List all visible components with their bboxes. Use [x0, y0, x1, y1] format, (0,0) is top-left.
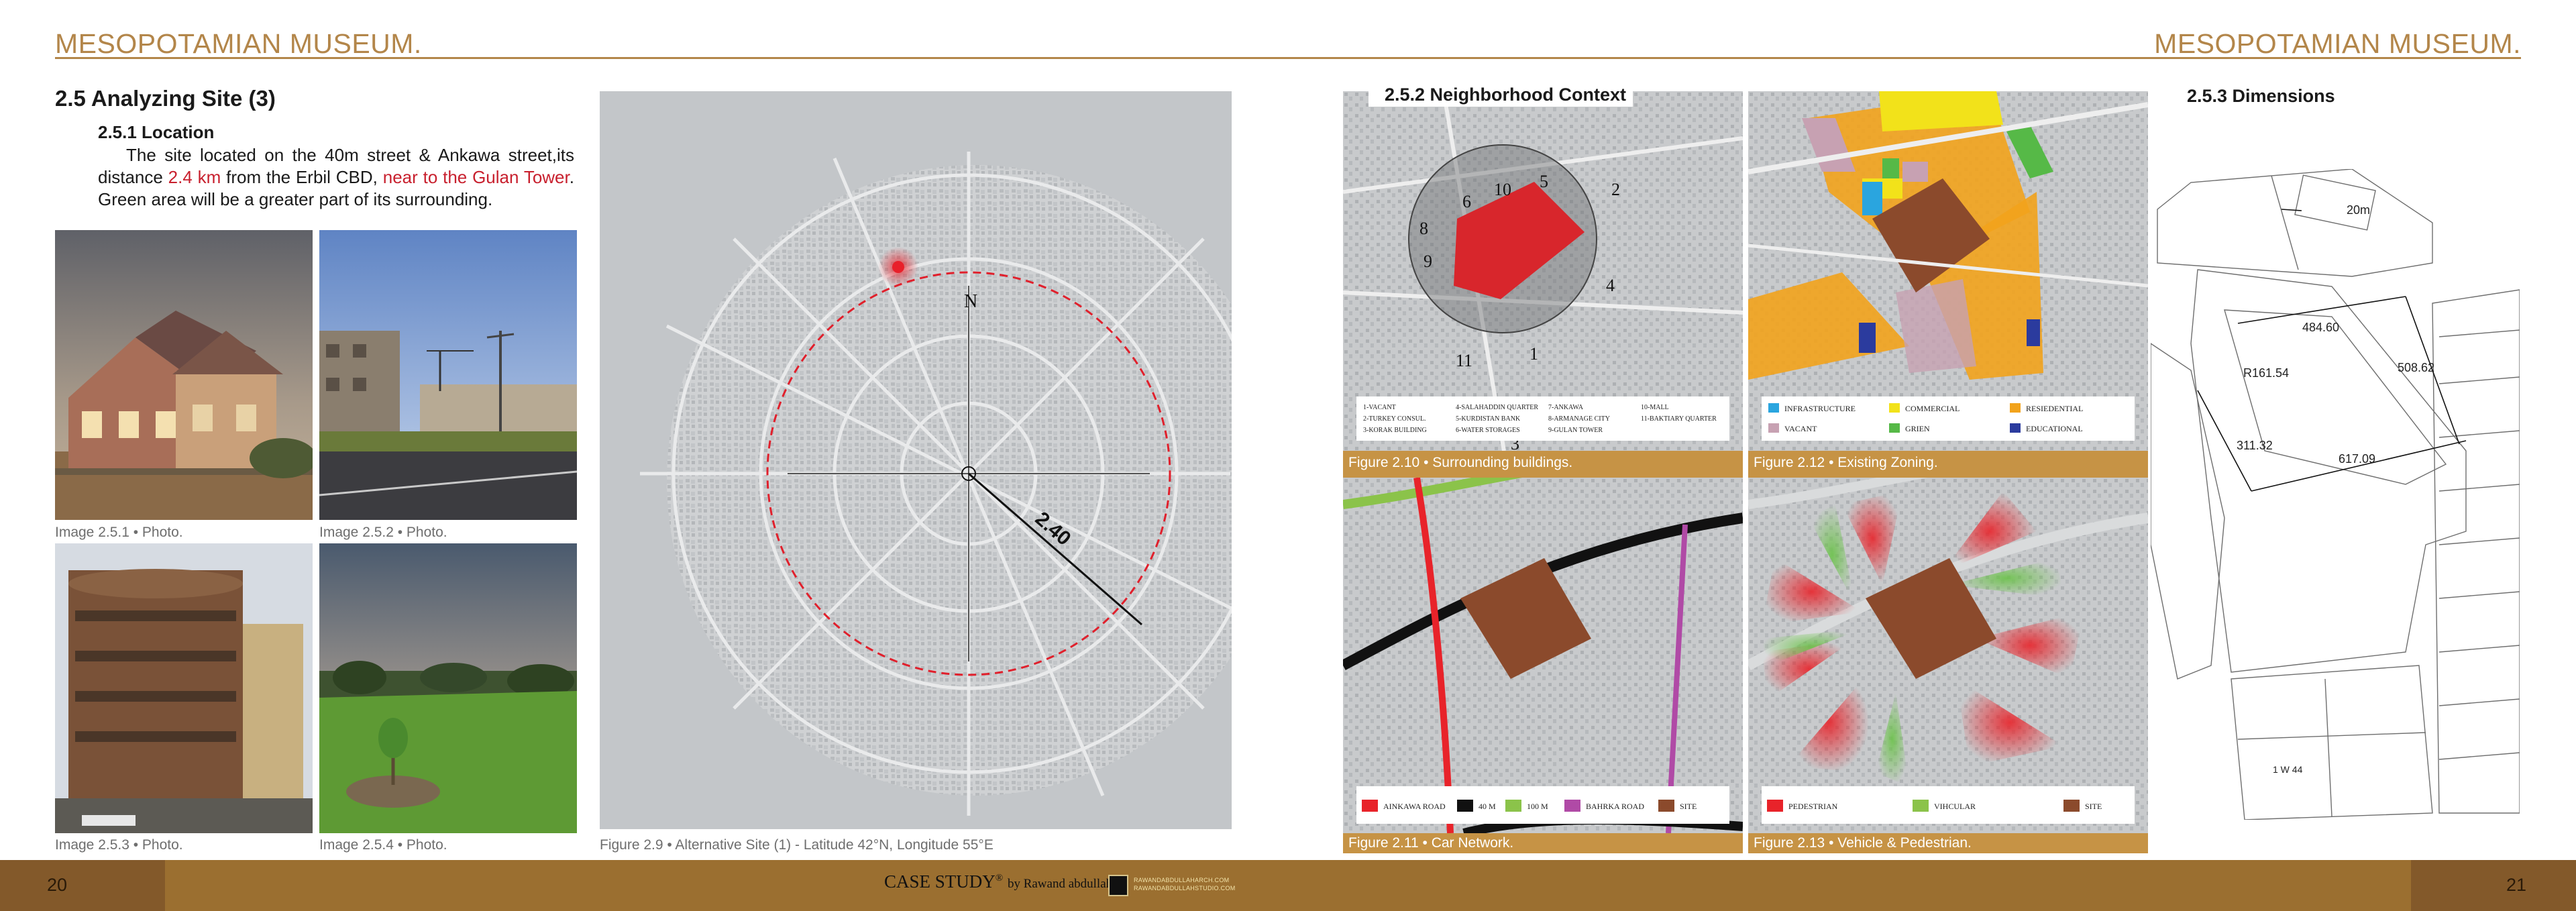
surrounding-legend-item: 8-ARMANAGE CITY — [1548, 415, 1610, 423]
zoning-legend-swatch — [2010, 403, 2021, 413]
dim-1w44: 1 W 44 — [2273, 764, 2303, 775]
car-legend-swatch — [1457, 800, 1473, 812]
zoning-legend-swatch — [1768, 423, 1779, 433]
dim-r161: R161.54 — [2243, 366, 2289, 380]
zoning-legend-label: VACANT — [1784, 424, 1817, 433]
car-legend-label: 100 M — [1527, 802, 1548, 811]
logo-line-2: RAWANDABDULLAHSTUDIO.COM — [1134, 885, 1236, 892]
page-number-right: 21 — [2411, 860, 2576, 911]
existing-zoning-map: INFRASTRUCTURE COMMERCIAL RESIEDENTIAL VACA… — [1748, 91, 2148, 451]
zoning-legend-label: INFRASTRUCTURE — [1784, 404, 1856, 413]
case-study-byline: CASE STUDY® by Rawand abdullah — [884, 871, 1112, 892]
marker-4: 4 — [1606, 276, 1615, 295]
logo-line-1: RAWANDABDULLAHARCH.COM — [1134, 877, 1230, 883]
zoning-legend-swatch — [1768, 403, 1779, 413]
surrounding-legend-item: 6-WATER STORAGES — [1456, 427, 1520, 434]
pedestrian-legend-label: PEDESTRIAN — [1788, 802, 1838, 811]
author-byline: by Rawand abdullah — [1007, 877, 1113, 891]
dim-20m: 20m — [2347, 203, 2370, 217]
vehicle-pedestrian-map: PEDESTRIAN VIHCULAR SITE — [1748, 478, 2148, 833]
surrounding-legend-item: 5-KURDISTAN BANK — [1456, 415, 1521, 423]
header-title-left: MESOPOTAMIAN MUSEUM. — [55, 28, 422, 59]
intro-paragraph: The site located on the 40m street & Ank… — [98, 144, 574, 211]
north-label: N — [964, 291, 977, 312]
surrounding-legend-item: 7-ANKAWA — [1548, 404, 1584, 411]
zoning-legend-swatch — [1889, 403, 1900, 413]
page-number-left: 20 — [0, 860, 165, 911]
photo-building — [55, 543, 313, 833]
photo-caption-2: Image 2.5.2 • Photo. — [319, 525, 447, 540]
pedestrian-legend-swatch — [2063, 800, 2080, 812]
marker-1: 1 — [1529, 344, 1538, 364]
pedestrian-legend-label: VIHCULAR — [1934, 802, 1976, 811]
case-study-label: CASE STUDY — [884, 871, 996, 892]
surrounding-legend-item: 4-SALAHADDIN QUARTER — [1456, 404, 1538, 411]
car-legend-swatch — [1505, 800, 1521, 812]
dim-508: 508.62 — [2398, 361, 2434, 374]
car-legend-label: SITE — [1680, 802, 1697, 811]
pedestrian-legend-swatch — [1767, 800, 1783, 812]
logo-text: RAWANDABDULLAHARCH.COM RAWANDABDULLAHSTU… — [1134, 876, 1236, 892]
surrounding-legend-item: 9-GULAN TOWER — [1548, 427, 1603, 434]
marker-6: 6 — [1462, 192, 1471, 211]
zoning-caption: Figure 2.12 • Existing Zoning. — [1748, 451, 2148, 478]
author-logo-icon — [1108, 875, 1128, 896]
intro-tower: near to the Gulan Tower — [382, 167, 570, 187]
dimensions-plan: 20m 484.60 508.62 R161.54 311.32 617.09 … — [2151, 169, 2520, 820]
zoning-legend-label: COMMERCIAL — [1905, 404, 1960, 413]
header-title-right: MESOPOTAMIAN MUSEUM. — [2154, 28, 2521, 59]
zoning-legend-swatch — [1889, 423, 1900, 433]
registered-mark: ® — [995, 873, 1004, 883]
surrounding-legend-item: 1-VACANT — [1363, 404, 1396, 411]
surrounding-legend-item: 11-BAKTIARY QUARTER — [1641, 415, 1717, 423]
pedestrian-legend-swatch — [1913, 800, 1929, 812]
car-legend-swatch — [1362, 800, 1378, 812]
car-legend-label: AINKAWA ROAD — [1383, 802, 1446, 811]
intro-part2: from the Erbil CBD, — [221, 167, 383, 187]
marker-2: 2 — [1611, 180, 1620, 199]
marker-10: 10 — [1494, 180, 1511, 199]
aerial-site-map: N 2.40 — [600, 91, 1232, 829]
footer-bar: 20 21 CASE STUDY® by Rawand abdullah RAW… — [0, 860, 2576, 911]
photo-house — [55, 230, 313, 520]
dim-484: 484.60 — [2302, 321, 2339, 334]
zoning-legend-label: GRIEN — [1905, 424, 1930, 433]
car-legend-label: 40 M — [1479, 802, 1496, 811]
photo-caption-3: Image 2.5.3 • Photo. — [55, 837, 183, 853]
aerial-caption: Figure 2.9 • Alternative Site (1) - Lati… — [600, 837, 994, 853]
surrounding-legend-item: 10-MALL — [1641, 404, 1669, 411]
surrounding-buildings-map: 10 5 6 2 8 9 4 11 1 3 1-VACANT 4-SALAHADD… — [1343, 91, 1743, 451]
marker-9: 9 — [1424, 252, 1432, 271]
section-title: 2.5 Analyzing Site (3) — [55, 86, 276, 111]
photo-caption-4: Image 2.5.4 • Photo. — [319, 837, 447, 853]
dim-617: 617.09 — [2339, 452, 2375, 466]
photo-park — [319, 543, 577, 833]
neighborhood-title: 2.5.2 Neighborhood Context — [1368, 83, 1633, 107]
surrounding-caption: Figure 2.10 • Surrounding buildings. — [1343, 451, 1743, 478]
pedestrian-caption: Figure 2.13 • Vehicle & Pedestrian. — [1748, 833, 2148, 853]
marker-11: 11 — [1456, 351, 1472, 370]
marker-5: 5 — [1540, 172, 1548, 191]
car-legend-label: BAHRKA ROAD — [1586, 802, 1644, 811]
zoning-legend-label: RESIEDENTIAL — [2026, 404, 2083, 413]
subsection-title: 2.5.1 Location — [98, 122, 215, 142]
zoning-legend-label: EDUCATIONAL — [2026, 424, 2083, 433]
car-network-map: AINKAWA ROAD 40 M 100 M BAHRKA ROAD SITE — [1343, 478, 1743, 833]
surrounding-legend-item: 3-KORAK BUILDING — [1363, 427, 1427, 434]
car-legend-swatch — [1564, 800, 1580, 812]
header-rule — [55, 57, 2521, 59]
car-legend-swatch — [1658, 800, 1674, 812]
dim-311: 311.32 — [2237, 439, 2273, 452]
car-network-caption: Figure 2.11 • Car Network. — [1343, 833, 1743, 853]
surrounding-legend-item: 2-TURKEY CONSUL. — [1363, 415, 1426, 423]
intro-distance: 2.4 km — [168, 167, 221, 187]
marker-8: 8 — [1419, 219, 1428, 238]
pedestrian-legend-label: SITE — [2085, 802, 2102, 811]
dimensions-title: 2.5.3 Dimensions — [2187, 86, 2335, 106]
photo-caption-1: Image 2.5.1 • Photo. — [55, 525, 183, 540]
photo-street — [319, 230, 577, 520]
site-marker-icon — [892, 261, 904, 273]
zoning-legend-swatch — [2010, 423, 2021, 433]
